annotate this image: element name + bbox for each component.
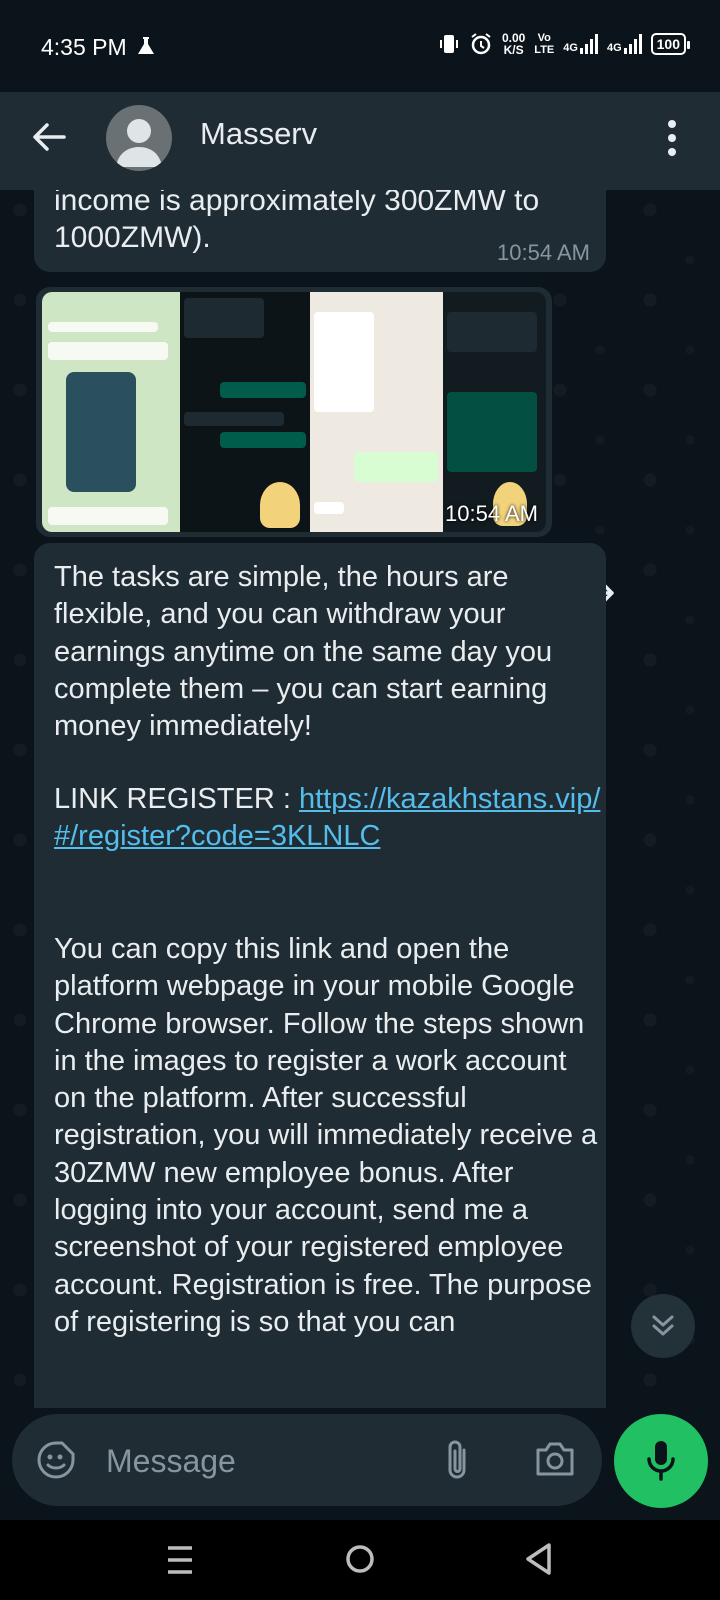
network-type-1: 4G [563, 42, 578, 54]
chat-header: Masserv [0, 92, 720, 190]
screenshot-thumbnail [42, 292, 180, 532]
register-link-block: LINK REGISTER : https://kazakhstans.vip/… [54, 781, 602, 856]
scroll-to-bottom-button[interactable] [631, 1294, 695, 1358]
battery-indicator: 100 [650, 33, 691, 55]
home-icon[interactable] [345, 1542, 375, 1576]
signal-1: 4G [563, 34, 598, 54]
image-message[interactable]: 10:54 AM [36, 287, 552, 537]
default-avatar-icon [116, 119, 162, 167]
signal-icon [623, 34, 642, 54]
microphone-icon [647, 1441, 675, 1481]
image-collage[interactable] [42, 292, 546, 532]
message-time: 10:54 AM [497, 240, 590, 265]
network-speed: 0.00 K/S [502, 32, 525, 56]
screenshot-thumbnail [180, 292, 310, 532]
more-vertical-icon[interactable] [666, 119, 678, 157]
vibrate-icon [439, 35, 458, 53]
contact-name[interactable]: Masserv [200, 116, 317, 152]
chat-area[interactable]: income is approximately 300ZMW to 1000ZM… [0, 190, 720, 1408]
signal-2: 4G [607, 34, 642, 54]
volte-top: Vo [537, 32, 551, 44]
signal-icon [579, 34, 598, 54]
arrow-left-icon[interactable] [30, 118, 68, 156]
message-text: The tasks are simple, the hours are flex… [54, 561, 553, 743]
speed-unit: K/S [503, 43, 524, 57]
paperclip-icon[interactable] [442, 1438, 472, 1482]
volte-indicator: Vo LTE [534, 32, 554, 56]
message-bubble[interactable]: income is approximately 300ZMW to 1000ZM… [34, 190, 606, 272]
link-label: LINK REGISTER : [54, 783, 299, 815]
alarm-icon [471, 33, 491, 55]
screenshot-thumbnail [310, 292, 443, 532]
sticker-icon[interactable] [36, 1440, 76, 1480]
recent-apps-icon[interactable] [166, 1544, 194, 1576]
chevron-double-down-icon [652, 1315, 674, 1336]
network-type-2: 4G [606, 42, 622, 54]
camera-icon[interactable] [534, 1440, 576, 1478]
status-time: 4:35 PM [41, 34, 127, 60]
message-composer [12, 1414, 602, 1506]
back-triangle-icon[interactable] [523, 1542, 553, 1576]
status-icons: 0.00 K/S Vo LTE 4G 4G 100 [438, 32, 691, 56]
message-bubble[interactable]: The tasks are simple, the hours are flex… [34, 543, 606, 1408]
message-input[interactable] [104, 1436, 428, 1486]
system-nav-bar [0, 1520, 720, 1600]
screenshot-thumbnail [443, 292, 546, 532]
status-bar: 4:35 PM 0.00 K/S Vo LTE 4G 4G 100 [0, 0, 720, 92]
volte-bottom: LTE [534, 44, 555, 56]
message-time: 10:54 AM [445, 501, 538, 526]
message-text: You can copy this link and open the plat… [54, 933, 598, 1338]
avatar[interactable] [106, 105, 172, 171]
flask-icon [138, 37, 154, 54]
voice-message-button[interactable] [614, 1414, 708, 1508]
